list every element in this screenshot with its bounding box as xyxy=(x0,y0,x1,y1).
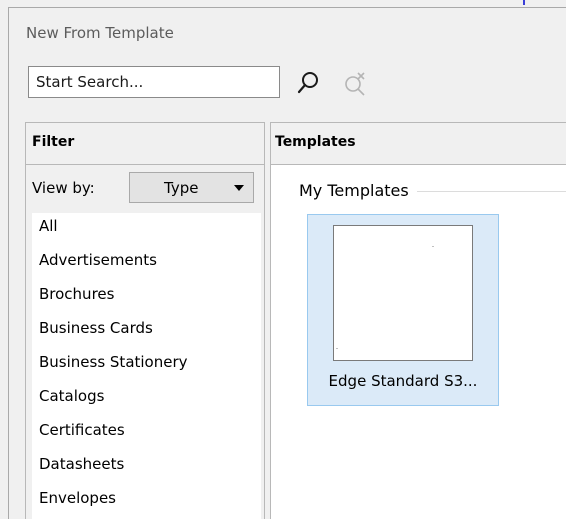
magnifier-icon xyxy=(297,72,318,94)
template-thumbnail xyxy=(333,225,473,361)
dialog-left-border xyxy=(8,7,9,519)
dialog-top-border xyxy=(8,7,566,8)
filter-header: Filter xyxy=(26,123,264,165)
filter-pane: Filter View by: Type All Advertisements … xyxy=(25,122,265,519)
filter-header-label: Filter xyxy=(32,134,75,150)
templates-header-label: Templates xyxy=(275,134,356,150)
clear-search-button[interactable] xyxy=(342,70,368,96)
search-button[interactable] xyxy=(296,70,322,96)
new-from-template-dialog: New From Template Filter View by: Type A… xyxy=(0,0,566,519)
category-item-catalogs[interactable]: Catalogs xyxy=(39,387,104,405)
view-by-label: View by: xyxy=(32,179,95,197)
template-item[interactable]: Edge Standard S3... xyxy=(307,214,499,406)
category-item-business-cards[interactable]: Business Cards xyxy=(39,319,153,337)
category-list: All Advertisements Brochures Business Ca… xyxy=(32,213,261,519)
text-cursor-mark xyxy=(523,0,525,5)
template-item-label: Edge Standard S3... xyxy=(328,372,478,390)
category-item-envelopes[interactable]: Envelopes xyxy=(39,489,116,507)
category-item-advertisements[interactable]: Advertisements xyxy=(39,251,157,269)
dialog-title: New From Template xyxy=(26,24,174,42)
category-item-brochures[interactable]: Brochures xyxy=(39,285,114,303)
clear-search-icon xyxy=(345,72,365,96)
category-item-all[interactable]: All xyxy=(39,217,58,235)
dropdown-arrow-icon xyxy=(234,185,244,191)
category-item-certificates[interactable]: Certificates xyxy=(39,421,125,439)
search-input[interactable] xyxy=(28,66,280,98)
category-item-business-stationery[interactable]: Business Stationery xyxy=(39,353,188,371)
category-item-datasheets[interactable]: Datasheets xyxy=(39,455,124,473)
templates-header: Templates xyxy=(271,123,566,165)
view-by-value: Type xyxy=(164,179,199,197)
templates-pane: Templates My Templates Edge Standard S3.… xyxy=(270,122,566,519)
view-by-dropdown[interactable]: Type xyxy=(129,172,254,203)
group-title-my-templates: My Templates xyxy=(299,181,417,200)
